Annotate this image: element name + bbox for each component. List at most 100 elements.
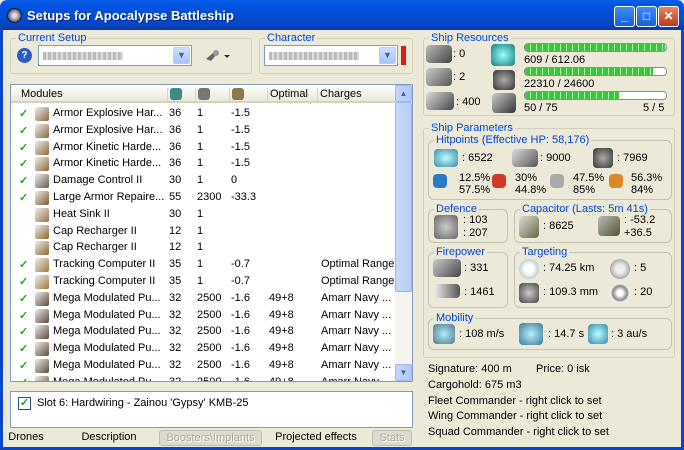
minimize-button[interactable]: _	[614, 6, 635, 27]
explosive-resist-armor: 84%	[631, 184, 654, 196]
module-charges: Amarr Navy ...	[321, 308, 392, 321]
module-b: 1	[197, 224, 204, 237]
powergrid-bar	[524, 67, 667, 76]
enabled-check-icon[interactable]: ✓	[19, 258, 28, 271]
module-b: 2500	[197, 325, 222, 338]
module-row[interactable]: ✓ Tracking Computer II 35 1 -0.7 Optimal Rang…	[11, 273, 396, 290]
module-optimal: 49+8	[269, 375, 294, 382]
module-a: 35	[169, 275, 182, 287]
chevron-down-icon[interactable]: ▼	[173, 47, 190, 64]
em-resist-icon	[433, 174, 447, 188]
kinetic-resist-icon	[550, 174, 564, 188]
module-c: -1.5	[231, 157, 250, 170]
thermal-resist-icon	[492, 174, 506, 188]
enabled-check-icon[interactable]: ✓	[19, 141, 28, 154]
close-button[interactable]: ✕	[658, 6, 679, 27]
shield-icon	[434, 149, 458, 167]
module-c: -0.7	[231, 275, 250, 287]
module-row[interactable]: ✓ Mega Modulated Pu... 32 2500 -1.6 49+8 Amarr…	[11, 374, 396, 382]
enabled-check-icon[interactable]: ✓	[19, 325, 28, 338]
module-row[interactable]: ✓ Armor Kinetic Harde... 36 1 -1.5	[11, 155, 396, 172]
modules-list[interactable]: Modules Optimal Charges ✓ Armor Explosive…	[10, 84, 413, 382]
character-label: Character	[265, 32, 318, 44]
enabled-check-icon[interactable]: ✓	[19, 359, 28, 372]
tab-stats: Stats	[372, 430, 412, 446]
module-row[interactable]: ✓ Mega Modulated Pu... 32 2500 -1.6 49+8 Amarr…	[11, 290, 396, 307]
module-charges: Optimal Range	[321, 258, 395, 271]
fleet-commander[interactable]: Fleet Commander - right click to set	[428, 395, 602, 407]
sensor-strength-icon	[610, 283, 630, 303]
module-charges: Optimal Range	[321, 275, 395, 287]
character-select[interactable]: ▼	[264, 45, 398, 66]
modules-scrollbar[interactable]: ▲ ▼	[395, 85, 412, 381]
module-b: 1	[197, 207, 204, 220]
module-name: Mega Modulated Pu...	[53, 342, 161, 355]
scroll-up-button[interactable]: ▲	[395, 85, 412, 102]
enabled-check-icon[interactable]: ✓	[19, 174, 28, 187]
tab-projected-effects[interactable]: Projected effects	[271, 430, 361, 446]
module-row[interactable]: ✓ Large Armor Repaire... 55 2300 -33.3	[11, 189, 396, 206]
module-row[interactable]: ✓ Armor Explosive Har... 36 1 -1.5	[11, 105, 396, 122]
wing-commander[interactable]: Wing Commander - right click to set	[428, 410, 602, 422]
module-row[interactable]: ✓ Mega Modulated Pu... 32 2500 -1.6 49+8 Amarr…	[11, 340, 396, 357]
em-resist-armor: 57.5%	[459, 184, 491, 196]
tab-drones[interactable]: Drones	[6, 430, 46, 446]
pulse-laser-icon	[35, 308, 49, 323]
pulse-laser-icon	[35, 291, 49, 306]
module-a: 12	[169, 224, 182, 237]
scroll-down-button[interactable]: ▼	[395, 364, 412, 381]
scan-resolution: : 109.3 mm	[543, 286, 599, 298]
scan-resolution-icon	[519, 283, 539, 303]
col-charges[interactable]: Charges	[317, 88, 396, 101]
enabled-check-icon[interactable]: ✓	[19, 191, 28, 204]
module-row[interactable]: Cap Recharger II 12 1	[11, 223, 396, 240]
module-row[interactable]: Cap Recharger II 12 1	[11, 239, 396, 256]
module-c: -1.6	[231, 375, 250, 382]
enabled-check-icon[interactable]: ✓	[19, 376, 28, 381]
col-powergrid[interactable]	[195, 88, 229, 101]
enabled-check-icon[interactable]: ✓	[19, 342, 28, 355]
defence-value-1: : 103	[463, 214, 488, 226]
module-optimal: 49+8	[269, 291, 294, 304]
tab-description[interactable]: Description	[77, 430, 141, 446]
enabled-check-icon[interactable]: ✓	[19, 124, 28, 137]
setup-tools-button[interactable]	[205, 49, 231, 63]
current-setup-select[interactable]: ▼	[38, 45, 192, 66]
enabled-check-icon[interactable]: ✓	[19, 275, 28, 288]
module-row[interactable]: ✓ Mega Modulated Pu... 32 2500 -1.6 49+8 Amarr…	[11, 307, 396, 324]
col-optimal[interactable]: Optimal	[267, 88, 317, 101]
powergrid-value: 22310 / 24600	[524, 78, 595, 90]
help-icon[interactable]: ?	[17, 48, 32, 63]
module-row[interactable]: ✓ Damage Control II 30 1 0	[11, 172, 396, 189]
scroll-thumb[interactable]	[395, 102, 412, 292]
maximize-button[interactable]: □	[636, 6, 657, 27]
tab-boosters-implants: Boosters\Implants	[159, 430, 262, 446]
enabled-check-icon[interactable]: ✓	[19, 157, 28, 170]
module-name: Cap Recharger II	[53, 241, 137, 254]
enabled-check-icon[interactable]: ✓	[19, 309, 28, 322]
module-b: 2500	[197, 291, 222, 304]
turret-hardpoint-icon	[426, 45, 452, 63]
damage-control-icon	[35, 174, 49, 189]
chevron-down-icon[interactable]: ▼	[379, 47, 396, 64]
module-name: Heat Sink II	[53, 207, 110, 220]
module-row[interactable]: ✓ Mega Modulated Pu... 32 2500 -1.6 49+8 Amarr…	[11, 357, 396, 374]
cpu-bar	[524, 43, 667, 52]
col-modules[interactable]: Modules	[19, 88, 169, 101]
module-optimal: 49+8	[269, 359, 294, 371]
slot-info-box: ✓ Slot 6: Hardwiring - Zainou 'Gypsy' KM…	[10, 391, 413, 428]
module-row[interactable]: ✓ Armor Kinetic Harde... 36 1 -1.5	[11, 139, 396, 156]
enabled-check-icon[interactable]: ✓	[19, 292, 28, 305]
module-row[interactable]: ✓ Tracking Computer II 35 1 -0.7 Optimal Rang…	[11, 256, 396, 273]
squad-commander[interactable]: Squad Commander - right click to set	[428, 426, 609, 438]
enabled-check-icon[interactable]: ✓	[19, 107, 28, 120]
module-b: 1	[197, 241, 204, 254]
col-capacitor[interactable]	[229, 88, 267, 101]
module-row[interactable]: ✓ Armor Explosive Har... 36 1 -1.5	[11, 122, 396, 139]
module-row[interactable]: Heat Sink II 30 1	[11, 206, 396, 223]
slot-checkbox[interactable]: ✓	[18, 397, 31, 410]
col-cpu[interactable]	[167, 88, 195, 101]
module-row[interactable]: ✓ Mega Modulated Pu... 32 2500 -1.6 49+8 Amarr…	[11, 323, 396, 340]
explosive-resist-shield: 56.3%	[631, 172, 663, 184]
capacitor-usage: : -53.2	[624, 214, 656, 226]
